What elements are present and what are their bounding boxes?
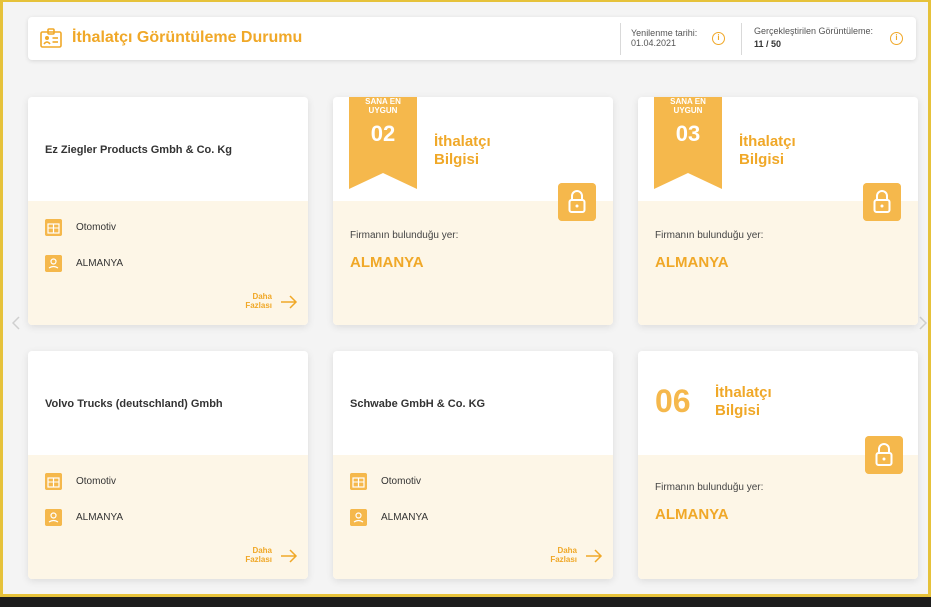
locked-importer-card[interactable]: SANA EN UYGUN 02 İthalatçı Bilgisi Firman…	[333, 97, 613, 325]
importer-card[interactable]: Volvo Trucks (deutschland) Gmbh Otomotiv…	[28, 351, 308, 579]
lock-icon[interactable]	[558, 183, 596, 221]
location-label: Firmanın bulunduğu yer:	[655, 230, 764, 241]
ribbon-text: SANA EN UYGUN 02	[349, 97, 417, 189]
arrow-right-icon	[281, 549, 298, 563]
location-label: Firmanın bulunduğu yer:	[655, 482, 764, 493]
company-name: Schwabe GmbH & Co. KG	[350, 398, 486, 410]
locked-title: İthalatçı Bilgisi	[715, 384, 772, 419]
lock-icon[interactable]	[863, 183, 901, 221]
header-divider	[620, 23, 621, 55]
ribbon-text: SANA EN UYGUN 03	[654, 97, 722, 189]
views-label: Gerçekleştirilen Görüntüleme:	[754, 26, 874, 36]
location-value: ALMANYA	[655, 506, 729, 523]
views-count: 11 / 50	[754, 39, 782, 49]
location-label: Firmanın bulunduğu yer:	[350, 230, 459, 241]
lock-icon[interactable]	[865, 436, 903, 474]
building-icon	[350, 473, 367, 490]
page-title: İthalatçı Görüntüleme Durumu	[72, 29, 303, 46]
more-link-text: Daha Fazlası	[550, 546, 577, 564]
info-icon[interactable]: i	[890, 32, 903, 45]
country-text: ALMANYA	[76, 258, 124, 269]
prev-arrow-icon[interactable]	[12, 316, 20, 330]
sector-text: Otomotiv	[381, 476, 422, 487]
locked-importer-card[interactable]: 06 İthalatçı Bilgisi Firmanın bulunduğu y…	[638, 351, 918, 579]
more-link-text: Daha Fazlası	[245, 292, 272, 310]
location-pin-icon	[45, 255, 62, 272]
importer-card[interactable]: Ez Ziegler Products Gmbh & Co. Kg Otomot…	[28, 97, 308, 325]
building-icon	[45, 473, 62, 490]
rank-number: 06	[655, 383, 691, 419]
id-card-icon	[40, 28, 62, 48]
locked-title: İthalatçı Bilgisi	[434, 133, 491, 168]
locked-title: İthalatçı Bilgisi	[739, 133, 796, 168]
company-name: Ez Ziegler Products Gmbh & Co. Kg	[45, 144, 233, 156]
more-link[interactable]: Daha Fazlası	[228, 545, 298, 571]
importer-card[interactable]: Schwabe GmbH & Co. KG Otomotiv ALMANYA D…	[333, 351, 613, 579]
locked-importer-card[interactable]: SANA EN UYGUN 03 İthalatçı Bilgisi Firman…	[638, 97, 918, 325]
more-link-text: Daha Fazlası	[245, 546, 272, 564]
rank-number: 03	[675, 121, 701, 146]
next-arrow-icon[interactable]	[919, 316, 927, 330]
bottom-bar	[0, 597, 931, 607]
country-text: ALMANYA	[76, 512, 124, 523]
info-icon[interactable]: i	[712, 32, 725, 45]
location-value: ALMANYA	[350, 254, 424, 271]
building-icon	[45, 219, 62, 236]
status-header: İthalatçı Görüntüleme Durumu Yenilenme t…	[28, 17, 916, 60]
sector-text: Otomotiv	[76, 476, 117, 487]
more-link[interactable]: Daha Fazlası	[228, 291, 298, 317]
card-details: Otomotiv ALMANYA Daha Fazlası	[333, 455, 613, 579]
sector-text: Otomotiv	[76, 222, 117, 233]
country-text: ALMANYA	[381, 512, 429, 523]
card-details: Otomotiv ALMANYA Daha Fazlası	[28, 455, 308, 579]
more-link[interactable]: Daha Fazlası	[533, 545, 603, 571]
card-details: Otomotiv ALMANYA Daha Fazlası	[28, 201, 308, 325]
arrow-right-icon	[281, 295, 298, 309]
arrow-right-icon	[586, 549, 603, 563]
company-name: Volvo Trucks (deutschland) Gmbh	[45, 398, 223, 410]
location-pin-icon	[350, 509, 367, 526]
location-pin-icon	[45, 509, 62, 526]
location-value: ALMANYA	[655, 254, 729, 271]
refresh-date-value: 01.04.2021	[631, 38, 677, 48]
header-divider	[741, 23, 742, 55]
rank-number: 02	[370, 121, 396, 146]
